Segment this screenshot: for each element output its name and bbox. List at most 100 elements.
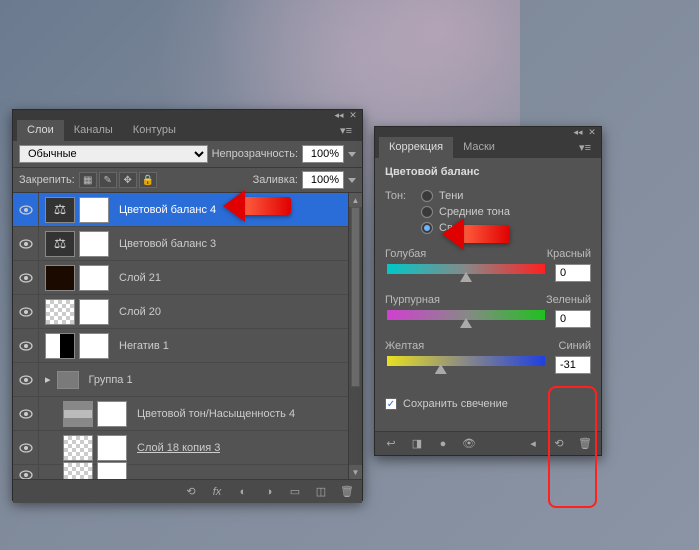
layer-thumbnail[interactable] bbox=[63, 435, 93, 461]
fill-flyout-icon[interactable] bbox=[348, 178, 356, 183]
layer-row[interactable]: Слой 21 bbox=[13, 261, 362, 295]
layer-thumbnail[interactable] bbox=[45, 299, 75, 325]
radio-shadows[interactable] bbox=[421, 190, 433, 202]
slider-handle[interactable] bbox=[460, 318, 472, 328]
adjustment-icon[interactable]: ◑ bbox=[260, 484, 278, 500]
layer-row[interactable]: Слой 20 bbox=[13, 295, 362, 329]
panel-menu-icon[interactable]: ▾≡ bbox=[334, 120, 358, 141]
prev-state-icon[interactable]: ◂ bbox=[523, 436, 543, 452]
layer-name-label[interactable]: Негатив 1 bbox=[115, 340, 169, 352]
layer-thumbnail[interactable] bbox=[45, 333, 75, 359]
collapse-icon[interactable]: ◂◂ bbox=[334, 111, 344, 119]
visibility-toggle[interactable] bbox=[13, 363, 39, 396]
layer-thumbnail[interactable] bbox=[63, 401, 93, 427]
slider-track[interactable] bbox=[387, 310, 545, 320]
tab-masks[interactable]: Маски bbox=[453, 137, 505, 158]
collapse-icon[interactable]: ◂◂ bbox=[573, 128, 583, 136]
layer-thumbs: ▸ bbox=[39, 371, 85, 389]
slider-value-input[interactable] bbox=[555, 310, 591, 328]
clip-icon[interactable]: ● bbox=[433, 436, 453, 452]
scroll-thumb[interactable] bbox=[351, 207, 360, 387]
mask-thumbnail[interactable] bbox=[79, 231, 109, 257]
slider-handle[interactable] bbox=[460, 272, 472, 282]
layer-thumbnail[interactable]: ⚖ bbox=[45, 197, 75, 223]
fill-input[interactable] bbox=[302, 171, 344, 189]
panel-titlebar[interactable]: ◂◂ ✕ bbox=[13, 110, 362, 120]
tab-correction[interactable]: Коррекция bbox=[379, 137, 453, 158]
layer-thumbnail[interactable] bbox=[45, 265, 75, 291]
group-icon[interactable]: ▭ bbox=[286, 484, 304, 500]
slider-handle[interactable] bbox=[435, 364, 447, 374]
scrollbar[interactable]: ▲ ▼ bbox=[348, 193, 362, 479]
layer-thumbnail[interactable] bbox=[63, 462, 93, 480]
tab-channels[interactable]: Каналы bbox=[64, 120, 123, 141]
layer-list[interactable]: ▲ ▼ ⚖ Цветовой баланс 4 ⚖ Цветовой баланс 3… bbox=[13, 193, 362, 479]
lock-position-icon[interactable]: ✥ bbox=[119, 172, 137, 188]
trash-icon[interactable]: 🗑 bbox=[338, 484, 356, 500]
layer-name-label[interactable]: Слой 21 bbox=[115, 272, 161, 284]
layer-row[interactable]: ⚖ Цветовой баланс 3 bbox=[13, 227, 362, 261]
visibility-toggle[interactable] bbox=[13, 261, 39, 294]
trash-icon[interactable]: 🗑 bbox=[575, 436, 595, 452]
mask-thumbnail[interactable] bbox=[79, 197, 109, 223]
visibility-toggle[interactable] bbox=[13, 465, 39, 479]
close-icon[interactable]: ✕ bbox=[348, 111, 358, 119]
layer-row[interactable] bbox=[13, 465, 362, 479]
layer-name-label[interactable]: Слой 20 bbox=[115, 306, 161, 318]
blend-opacity-row: Обычные Непрозрачность: bbox=[13, 141, 362, 168]
layer-row[interactable]: Цветовой тон/Насыщенность 4 bbox=[13, 397, 362, 431]
tab-layers[interactable]: Слои bbox=[17, 120, 64, 141]
lock-transparency-icon[interactable]: ▦ bbox=[79, 172, 97, 188]
mask-thumbnail[interactable] bbox=[97, 435, 127, 461]
layer-name-label[interactable]: Цветовой тон/Насыщенность 4 bbox=[133, 408, 295, 420]
mask-thumbnail[interactable] bbox=[79, 265, 109, 291]
return-icon[interactable]: ↩ bbox=[381, 436, 401, 452]
visibility-icon[interactable]: 👁 bbox=[459, 436, 479, 452]
visibility-toggle[interactable] bbox=[13, 397, 39, 430]
layer-name-label[interactable]: Цветовой баланс 3 bbox=[115, 238, 216, 250]
layer-row[interactable]: Негатив 1 bbox=[13, 329, 362, 363]
link-layers-icon[interactable]: ⟲ bbox=[182, 484, 200, 500]
close-icon[interactable]: ✕ bbox=[587, 128, 597, 136]
radio-midtones[interactable] bbox=[421, 206, 433, 218]
slider-value-input[interactable] bbox=[555, 356, 591, 374]
layer-row[interactable]: ⚖ Цветовой баланс 4 bbox=[13, 193, 362, 227]
preserve-luminosity-checkbox[interactable]: ✓ bbox=[385, 398, 397, 410]
visibility-toggle[interactable] bbox=[13, 295, 39, 328]
fx-icon[interactable]: fx bbox=[208, 484, 226, 500]
opacity-input[interactable] bbox=[302, 145, 344, 163]
slider-track[interactable] bbox=[387, 264, 545, 274]
opacity-flyout-icon[interactable] bbox=[348, 152, 356, 157]
layer-row[interactable]: Слой 18 копия 3 bbox=[13, 431, 362, 465]
new-layer-icon[interactable]: ◫ bbox=[312, 484, 330, 500]
visibility-toggle[interactable] bbox=[13, 193, 39, 226]
visibility-toggle[interactable] bbox=[13, 431, 39, 464]
expand-icon[interactable]: ▸ bbox=[45, 373, 51, 386]
mask-icon[interactable]: ◐ bbox=[234, 484, 252, 500]
layer-thumbnail[interactable]: ⚖ bbox=[45, 231, 75, 257]
layer-name-label[interactable]: Цветовой баланс 4 bbox=[115, 204, 216, 216]
mask-thumbnail[interactable] bbox=[79, 299, 109, 325]
layer-row[interactable]: ▸ Группа 1 bbox=[13, 363, 362, 397]
scroll-down-icon[interactable]: ▼ bbox=[349, 465, 362, 479]
layers-panel: ◂◂ ✕ Слои Каналы Контуры ▾≡ Обычные Непр… bbox=[12, 109, 363, 501]
tab-paths[interactable]: Контуры bbox=[123, 120, 186, 141]
mask-thumbnail[interactable] bbox=[97, 462, 127, 480]
panel-menu-icon[interactable]: ▾≡ bbox=[573, 137, 597, 158]
lock-pixels-icon[interactable]: ✎ bbox=[99, 172, 117, 188]
visibility-toggle[interactable] bbox=[13, 329, 39, 362]
slider-track[interactable] bbox=[387, 356, 545, 366]
mask-thumbnail[interactable] bbox=[97, 401, 127, 427]
slider-value-input[interactable] bbox=[555, 264, 591, 282]
lock-all-icon[interactable]: 🔒 bbox=[139, 172, 157, 188]
panel-titlebar[interactable]: ◂◂ ✕ bbox=[375, 127, 601, 137]
layer-name-label[interactable]: Слой 18 копия 3 bbox=[133, 442, 220, 454]
expand-icon[interactable]: ◨ bbox=[407, 436, 427, 452]
reset-icon[interactable]: ⟲ bbox=[549, 436, 569, 452]
layer-name-label[interactable]: Группа 1 bbox=[85, 374, 133, 386]
scroll-up-icon[interactable]: ▲ bbox=[349, 193, 362, 207]
mask-thumbnail[interactable] bbox=[79, 333, 109, 359]
radio-highlights[interactable] bbox=[421, 222, 433, 234]
visibility-toggle[interactable] bbox=[13, 227, 39, 260]
blend-mode-select[interactable]: Обычные bbox=[19, 145, 208, 163]
